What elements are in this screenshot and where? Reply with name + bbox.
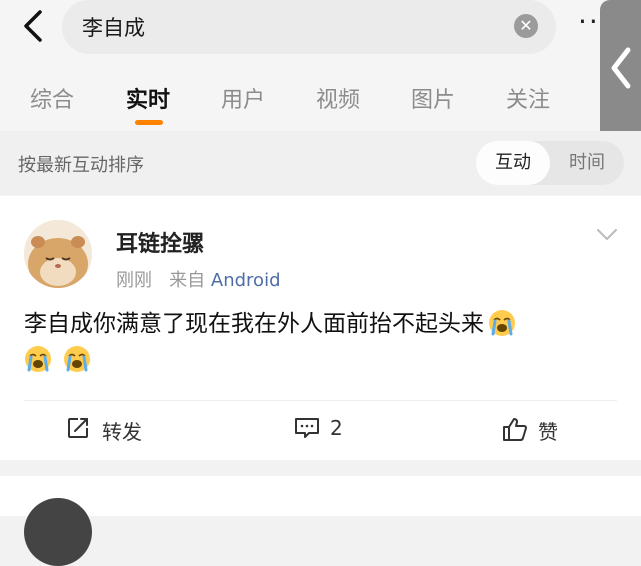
chevron-down-icon[interactable] <box>596 228 618 242</box>
sort-option-time[interactable]: 时间 <box>550 141 624 185</box>
repost-button[interactable]: 转发 <box>66 414 166 444</box>
repost-icon <box>68 418 88 438</box>
crying-face-icon <box>64 346 91 372</box>
more-options-icon[interactable]: ·· <box>578 8 600 36</box>
hamster-avatar-icon <box>24 220 92 288</box>
post-card: 耳链拴骡 刚刚 来自 Android 李自成你满意了现在我在外人面前抬不起头来 <box>0 196 641 460</box>
sort-label: 按最新互动排序 <box>18 155 144 176</box>
source-prefix: 来自 <box>169 270 206 291</box>
tab-users[interactable]: 用户 <box>221 82 265 114</box>
post-text: 李自成你满意了现在我在外人面前抬不起头来 <box>24 311 484 337</box>
sort-toggle: 互动 时间 <box>476 141 624 185</box>
tab-following[interactable]: 关注 <box>506 82 550 114</box>
divider <box>24 400 617 401</box>
post-source[interactable]: Android <box>211 270 281 291</box>
crying-face-icon <box>489 310 515 336</box>
sort-option-interaction[interactable]: 互动 <box>476 141 550 185</box>
tab-images[interactable]: 图片 <box>411 82 455 114</box>
post-content: 李自成你满意了现在我在外人面前抬不起头来 <box>24 306 624 378</box>
active-tab-indicator <box>135 120 163 125</box>
search-input[interactable]: 李自成 <box>82 12 145 42</box>
tab-comprehensive[interactable]: 综合 <box>30 82 74 114</box>
comment-button[interactable]: 2 <box>294 414 364 444</box>
like-label: 赞 <box>538 420 558 444</box>
post-time: 刚刚 <box>116 270 152 291</box>
username[interactable]: 耳链拴骡 <box>116 226 204 258</box>
crying-face-icon <box>25 346 51 372</box>
comment-count: 2 <box>330 416 343 440</box>
thumbs-up-icon <box>503 418 527 441</box>
like-button[interactable]: 赞 <box>502 414 582 444</box>
post-meta: 刚刚 来自 Android <box>116 266 281 292</box>
clear-search-icon[interactable]: ✕ <box>514 14 538 38</box>
avatar[interactable] <box>24 498 92 566</box>
tab-bar: 综合 实时 用户 视频 图片 关注 <box>0 76 641 122</box>
header: 李自成 ✕ ·· 综合 实时 用户 视频 图片 关注 按最新互动排序 互动 时间 <box>0 0 641 196</box>
search-bar[interactable]: 李自成 ✕ <box>62 0 556 54</box>
next-post-card <box>0 476 641 566</box>
avatar[interactable] <box>24 220 92 288</box>
tab-realtime[interactable]: 实时 <box>126 82 170 114</box>
tab-video[interactable]: 视频 <box>316 82 360 114</box>
comment-icon <box>295 418 319 438</box>
back-arrow-icon[interactable] <box>16 8 52 44</box>
repost-label: 转发 <box>102 420 142 444</box>
sort-bar: 按最新互动排序 互动 时间 <box>0 131 641 195</box>
